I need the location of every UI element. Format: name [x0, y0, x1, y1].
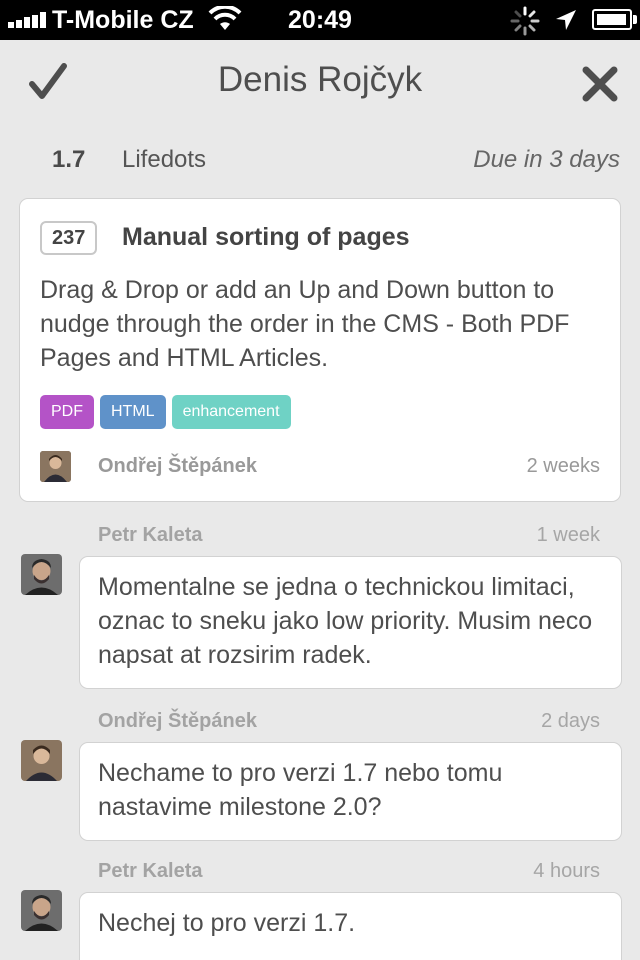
- comment: Ondřej Štěpánek 2 days Nechame to pro ve…: [0, 706, 640, 842]
- comment-time: 4 hours: [533, 860, 600, 882]
- comment-author: Ondřej Štěpánek: [98, 710, 257, 732]
- battery-icon: [592, 9, 632, 30]
- close-icon[interactable]: [580, 64, 620, 104]
- status-time: 20:49: [288, 6, 352, 34]
- status-bar: T-Mobile CZ 20:49: [0, 0, 640, 40]
- comment-author: Petr Kaleta: [98, 860, 203, 882]
- milestone-version: 1.7: [52, 146, 86, 173]
- comment-time: 2 days: [541, 710, 600, 732]
- comment-time: 1 week: [536, 524, 600, 546]
- avatar: [40, 451, 71, 482]
- issue-number: 237: [40, 221, 98, 255]
- avatar: [21, 890, 62, 931]
- comment-text: Nechej to pro verzi 1.7.: [79, 892, 622, 960]
- issue-description: Drag & Drop or add an Up and Down button…: [40, 276, 570, 372]
- label-list: PDF HTML enhancement: [40, 395, 291, 429]
- checkmark-icon[interactable]: [28, 62, 68, 102]
- issue-title: Manual sorting of pages: [122, 223, 410, 251]
- avatar: [21, 554, 62, 595]
- activity-spinner-icon: [510, 6, 540, 41]
- comment: Petr Kaleta 4 hours Nechej to pro verzi …: [0, 856, 640, 960]
- issue-author: Ondřej Štěpánek: [98, 455, 257, 477]
- label-pdf[interactable]: PDF: [40, 395, 94, 429]
- battery-level: [597, 14, 626, 25]
- comment-author: Petr Kaleta: [98, 524, 203, 546]
- issue-card: 237 Manual sorting of pages Drag & Drop …: [19, 198, 621, 502]
- battery-tip: [633, 15, 637, 24]
- issue-detail-screen: Denis Rojčyk 1.7 Lifedots Due in 3 days …: [0, 40, 640, 960]
- label-html[interactable]: HTML: [100, 395, 166, 429]
- navigation-bar: Denis Rojčyk: [0, 40, 640, 130]
- location-arrow-icon: [554, 8, 578, 37]
- avatar: [21, 740, 62, 781]
- label-enhancement[interactable]: enhancement: [171, 395, 291, 429]
- comment-text: Nechame to pro verzi 1.7 nebo tomu nasta…: [79, 742, 622, 841]
- issue-meta-row: 1.7 Lifedots Due in 3 days: [0, 140, 640, 180]
- due-date: Due in 3 days: [473, 146, 620, 173]
- comment-text: Momentalne se jedna o technickou limitac…: [79, 556, 622, 689]
- project-name: Lifedots: [122, 146, 207, 173]
- comment: Petr Kaleta 1 week Momentalne se jedna o…: [0, 520, 640, 690]
- nav-title: Denis Rojčyk: [217, 60, 423, 99]
- issue-age: 2 weeks: [526, 455, 600, 477]
